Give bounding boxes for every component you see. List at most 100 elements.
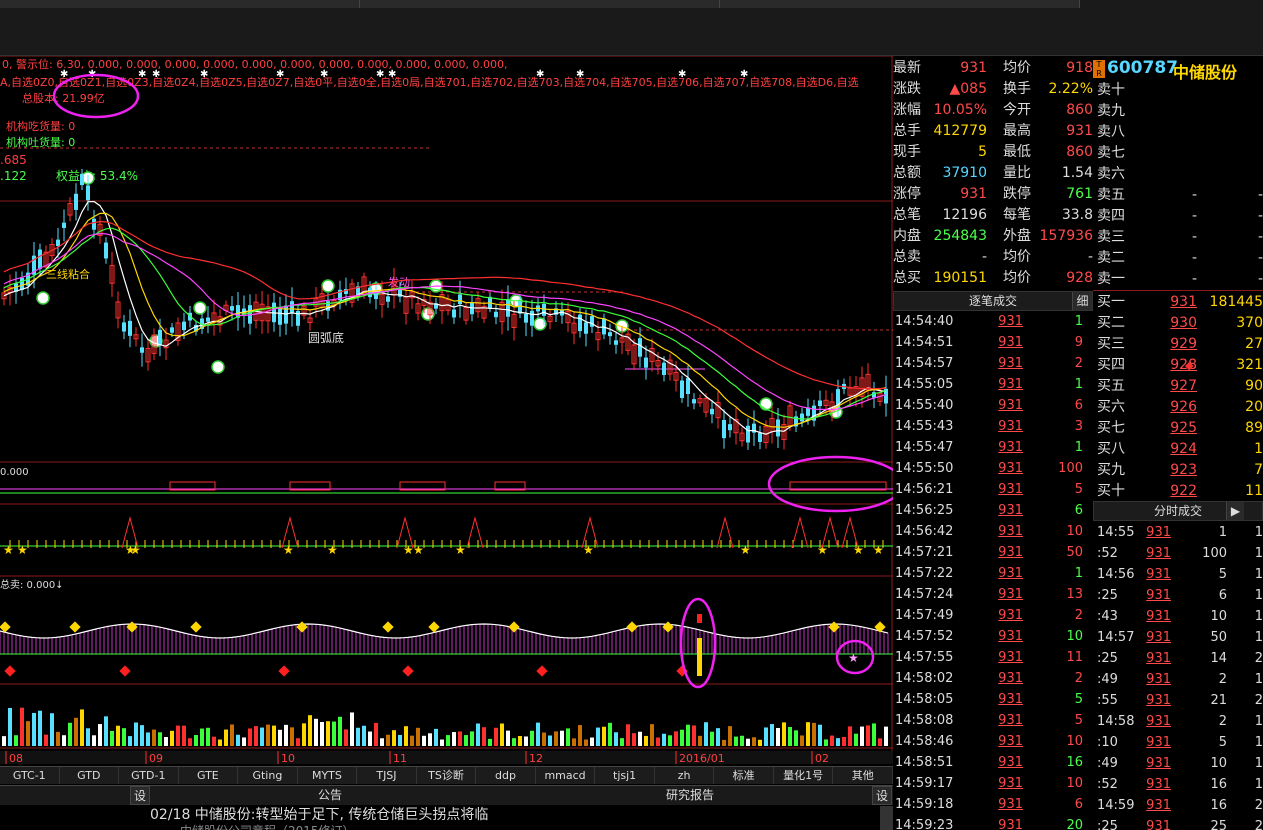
volume-bar (662, 733, 666, 746)
kline-chart[interactable]: 0, 警示位: 6.30, 0.000, 0.000, 0.000, 0.000… (0, 56, 893, 764)
ask-label: 卖七 (1097, 145, 1125, 161)
ask-row[interactable]: 卖三 - - (1093, 227, 1263, 248)
candle-body (104, 242, 108, 259)
tick-price: 931 (998, 482, 1023, 497)
volume-bar (788, 727, 792, 746)
volume-bar (602, 726, 606, 746)
tick-panel-title[interactable]: 逐笔成交 (969, 294, 1017, 308)
news-headline-2[interactable]: 中储股份公司章程（2015修订） (180, 822, 355, 830)
bid-volume: 7 (1254, 462, 1263, 478)
quote-label: 内盘 (893, 228, 921, 244)
indicator-tab[interactable]: GTE (178, 767, 239, 784)
bid-row[interactable]: 买三 929 27 (1093, 334, 1263, 355)
indicator-tab[interactable]: TS诊断 (416, 767, 477, 784)
ask-row[interactable]: 卖二 - - (1093, 248, 1263, 269)
ask-row[interactable]: 卖八 (1093, 122, 1263, 143)
settings-right-button[interactable]: 设 (872, 786, 892, 805)
volume-bar (734, 736, 738, 746)
ask-price: - (1191, 250, 1197, 266)
indicator-tab[interactable]: GTD-1 (119, 767, 179, 784)
bid-row[interactable]: 买十 922 11 (1093, 481, 1263, 502)
indicator-tab[interactable]: GTC-1 (0, 767, 60, 784)
volume-bar (224, 729, 228, 746)
volume-bar (74, 717, 78, 746)
minute-tick-count: 1 (1254, 714, 1263, 729)
minute-panel-title[interactable]: 分时成交 (1154, 504, 1202, 518)
quote-label: 现手 (893, 144, 921, 160)
tick-row: 14:58:51 931 16 (893, 752, 1093, 773)
bid-row[interactable]: 买四 928 ◆ 321 (1093, 355, 1263, 376)
tick-price: 931 (998, 629, 1023, 644)
ask-row[interactable]: 卖四 - - (1093, 206, 1263, 227)
volume-bar (50, 713, 54, 746)
toolbar-segment[interactable] (360, 0, 720, 8)
quote-label: 总额 (893, 165, 921, 181)
ask-row[interactable]: 卖五 - - (1093, 185, 1263, 206)
level-text-2: .122 (0, 169, 27, 183)
minute-tick-price: 931 (1146, 777, 1171, 792)
quote-label: 今开 (1003, 102, 1031, 118)
indicator-tab[interactable]: tjsj1 (595, 767, 655, 784)
volume-bar (56, 731, 60, 746)
quote-value: 12196 (942, 207, 987, 223)
indicator-tab[interactable]: zh (654, 767, 715, 784)
quote-value: 860 (1066, 144, 1093, 160)
star-marker: ✱ (320, 69, 328, 80)
settings-left-button[interactable]: 设 (130, 786, 150, 805)
ask-row[interactable]: 卖九 (1093, 101, 1263, 122)
ask-row[interactable]: 卖六 (1093, 164, 1263, 185)
tick-detail-button[interactable]: 细 (1072, 292, 1092, 310)
toolbar-segment[interactable] (720, 0, 1080, 8)
bid-volume: 370 (1236, 315, 1263, 331)
quote-row: 总笔 12196 每笔 33.8 (893, 205, 1093, 226)
bid-row[interactable]: 买六 926 20 (1093, 397, 1263, 418)
ask-row[interactable]: 卖一 - - (1093, 269, 1263, 290)
indicator-tab-bar: GTC-1 GTD GTD-1 GTE Gting MYTS TJSJ TS诊断 ddp mmac… (0, 766, 893, 784)
research-tab[interactable]: 研究报告 (510, 786, 870, 805)
star-marker: ✱ (678, 69, 686, 80)
play-icon[interactable]: ▶ (1226, 502, 1244, 520)
bid-row[interactable]: 买七 925 89 (1093, 418, 1263, 439)
bid-row[interactable]: 买八 924 1 (1093, 439, 1263, 460)
tick-row: 14:57:21 931 50 (893, 542, 1093, 563)
volume-bar (140, 725, 144, 746)
indicator-tab[interactable]: 量化1号 (773, 767, 834, 784)
quote-row: 涨幅 10.05% 今开 860 (893, 100, 1093, 121)
indicator-tab[interactable]: MYTS (297, 767, 358, 784)
indicator-tab[interactable]: Gting (238, 767, 298, 784)
bid-row[interactable]: 买九 923 7 (1093, 460, 1263, 481)
indicator-tab[interactable]: ddp (476, 767, 536, 784)
indicator-tab[interactable]: TJSJ (357, 767, 417, 784)
indicator-tab[interactable]: 标准 (714, 767, 774, 784)
quote-value: 254843 (933, 228, 987, 244)
volume-bar (740, 735, 744, 746)
bid-row[interactable]: 买一 931 181445 (1093, 292, 1263, 313)
minute-tick-row: :55 931 21 2 (1093, 690, 1263, 711)
toolbar-segment[interactable] (0, 0, 360, 8)
date-label: 02 (815, 752, 829, 764)
quote-label: 最高 (1003, 123, 1031, 139)
quote-value: 190151 (933, 270, 987, 286)
ask-row[interactable]: 卖十 (1093, 80, 1263, 101)
quote-label: 均价 (1003, 60, 1031, 76)
bid-price: 929 (1170, 336, 1197, 352)
ask-label: 卖六 (1097, 166, 1125, 182)
sub2-header: 0.000 (0, 467, 29, 478)
bid-row[interactable]: 买二 930 370 (1093, 313, 1263, 334)
orderbook-divider (1093, 290, 1263, 291)
volume-bar (554, 731, 558, 746)
indicator-tab[interactable]: GTD (59, 767, 120, 784)
indicator-tab[interactable]: mmacd (535, 767, 596, 784)
volume-bar (866, 725, 870, 746)
volume-bar (584, 739, 588, 746)
announcement-tab[interactable]: 公告 (150, 786, 510, 805)
ask-row[interactable]: 卖七 (1093, 143, 1263, 164)
bid-volume: 89 (1245, 420, 1263, 436)
bid-row[interactable]: 买五 927 90 (1093, 376, 1263, 397)
minute-tick-volume: 25 (1210, 819, 1227, 830)
minute-tick-row: :43 931 10 1 (1093, 606, 1263, 627)
news-scrollbar[interactable] (880, 806, 893, 830)
quote-value: 5 (978, 144, 987, 160)
indicator-tab[interactable]: 其他 (833, 767, 893, 784)
volume-bar (248, 728, 252, 746)
